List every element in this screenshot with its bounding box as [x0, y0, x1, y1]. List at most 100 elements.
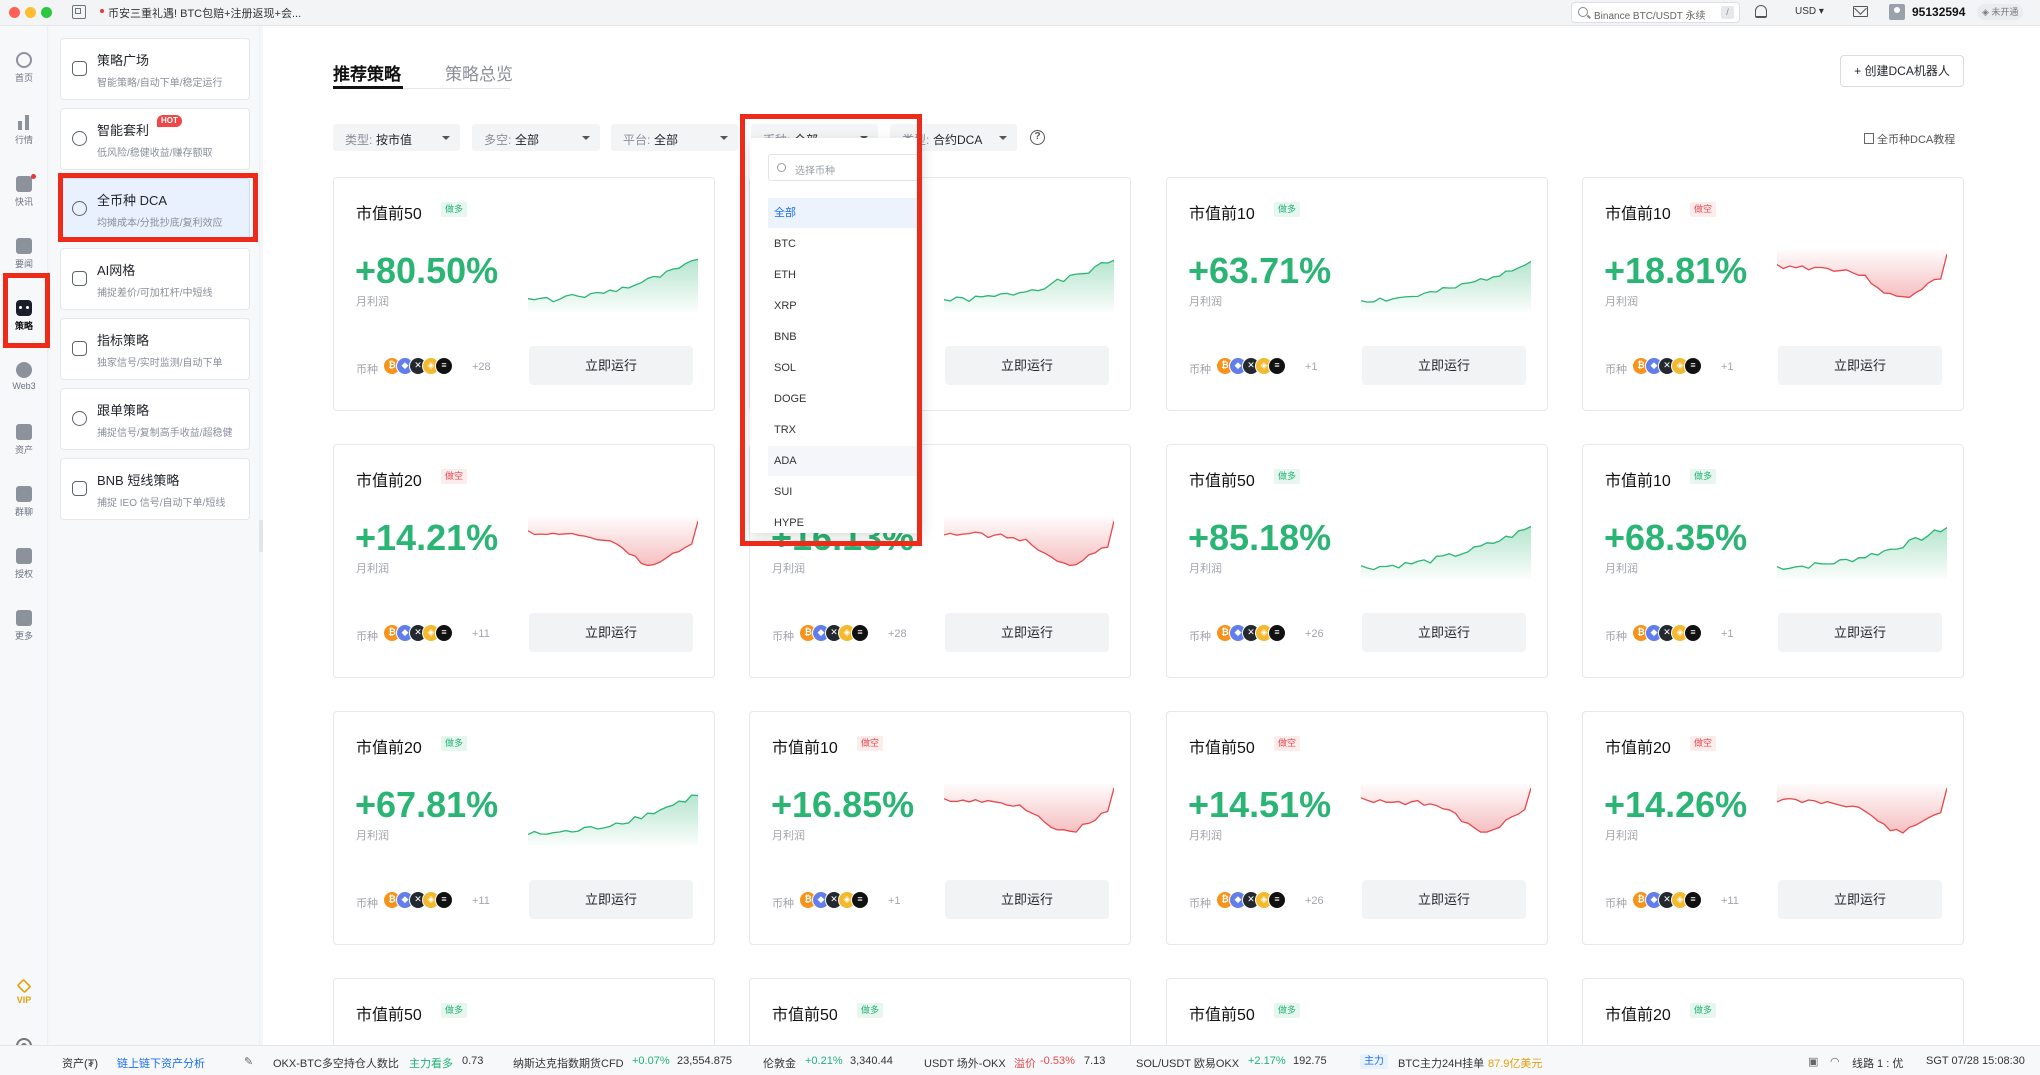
- ticker-name[interactable]: 伦敦金: [763, 1055, 796, 1071]
- chevron-down-icon: [720, 136, 728, 140]
- rail-item-web3[interactable]: Web3: [0, 356, 48, 404]
- asset-analysis-link[interactable]: 链上链下资产分析: [117, 1055, 205, 1071]
- ticker-name[interactable]: SOL/USDT 欧易OKX: [1136, 1055, 1239, 1071]
- rail-item-authorize[interactable]: 授权: [0, 542, 48, 590]
- global-search-input[interactable]: Binance BTC/USDT 永续 /: [1571, 2, 1740, 23]
- coin-icons: ₿◆✕◈≡: [1632, 357, 1712, 375]
- tab-recommended[interactable]: 推荐策略: [333, 60, 401, 85]
- highlight-box-rail: [3, 273, 50, 348]
- help-icon[interactable]: ?: [1030, 130, 1045, 145]
- account-status-badge[interactable]: ◈ 未开通: [1977, 4, 2024, 20]
- maximize-window-button[interactable]: [41, 7, 52, 18]
- strategy-card[interactable]: 市值前50 做空 +14.51% 月利润 币种 ₿ ◆ ✕ ◈ ≡ +26 立即运行: [1166, 711, 1548, 945]
- strategy-card[interactable]: 市值前50 做多 +85.18% 月利润 币种 ₿ ◆ ✕ ◈ ≡ +26 立即运行: [1166, 444, 1548, 678]
- menu-item-desc: 捕捉 IEO 信号/自动下单/短线: [97, 498, 226, 509]
- run-now-button[interactable]: 立即运行: [945, 613, 1109, 652]
- layout-icon[interactable]: ▣: [1808, 1055, 1818, 1068]
- card-title: 市值前20: [1605, 1007, 1671, 1024]
- strategy-card[interactable]: 市值前20 做多 +67.81% 月利润 币种 ₿ ◆ ✕ ◈ ≡ +11 立即运行: [333, 711, 715, 945]
- rail-item-assets[interactable]: 资产: [0, 418, 48, 466]
- menu-strategy-square[interactable]: 策略广场 智能策略/自动下单/稳定运行: [60, 38, 250, 100]
- window-layout-icon[interactable]: [72, 5, 86, 19]
- sol-icon: ≡: [435, 891, 453, 909]
- mail-icon[interactable]: [1853, 6, 1868, 17]
- strategy-card[interactable]: 市值前50 做多 +80.50% 月利润 币种 ₿ ◆ ✕ ◈ ≡ +28 立即运行: [333, 177, 715, 411]
- run-now-button[interactable]: 立即运行: [1362, 880, 1526, 919]
- filter-platform[interactable]: 平台: 全部: [611, 124, 738, 151]
- sparkline-area: [944, 260, 1114, 312]
- highlight-box-menu: [58, 173, 258, 242]
- run-now-button[interactable]: 立即运行: [529, 346, 693, 385]
- edit-icon[interactable]: ✎: [244, 1055, 253, 1068]
- run-now-button[interactable]: 立即运行: [529, 880, 693, 919]
- sol-icon: ≡: [851, 624, 869, 642]
- sol-icon: ≡: [435, 357, 453, 375]
- rail-item-more[interactable]: 更多: [0, 604, 48, 652]
- direction-tag: 做多: [857, 1003, 884, 1018]
- return-sparkline-chart: [1361, 525, 1531, 579]
- run-now-button[interactable]: 立即运行: [1778, 613, 1942, 652]
- dca-tutorial-link[interactable]: 全币种DCA教程: [1864, 131, 1955, 147]
- avatar[interactable]: [1889, 4, 1905, 20]
- rail-item-flash-news[interactable]: 快讯: [0, 170, 48, 218]
- run-now-button[interactable]: 立即运行: [945, 346, 1109, 385]
- rail-item-group-chat[interactable]: 群聊: [0, 480, 48, 528]
- create-dca-bot-button[interactable]: + 创建DCA机器人: [1840, 55, 1964, 87]
- network-line-status[interactable]: 线路 1 : 优: [1852, 1055, 1903, 1071]
- menu-ai-grid[interactable]: AI网格 捕捉差价/可加杠杆/中短线: [60, 248, 250, 310]
- user-id[interactable]: 95132594: [1912, 5, 1965, 19]
- tab-overview[interactable]: 策略总览: [445, 60, 513, 85]
- vip-diamond-icon: [16, 978, 32, 994]
- run-now-button[interactable]: 立即运行: [1362, 613, 1526, 652]
- menu-smart-arbitrage[interactable]: 智能套利 HOT 低风险/稳健收益/赚存额取: [60, 108, 250, 170]
- coin-label: 币种: [772, 898, 794, 910]
- ticker-name[interactable]: OKX-BTC多空持仓人数比: [273, 1055, 399, 1071]
- minimize-window-button[interactable]: [25, 7, 36, 18]
- coin-icons: ₿◆✕◈≡: [383, 624, 463, 642]
- status-bar: 资产(₮) 链上链下资产分析 ✎ OKX-BTC多空持仓人数比 主力看多 0.7…: [0, 1045, 2040, 1075]
- strategy-card[interactable]: 市值前20 做空 +14.26% 月利润 币种 ₿ ◆ ✕ ◈ ≡ +11 立即运行: [1582, 711, 1964, 945]
- return-sparkline-chart: [1777, 526, 1947, 579]
- run-now-button[interactable]: 立即运行: [529, 613, 693, 652]
- menu-bnb-short-term[interactable]: BNB 短线策略 捕捉 IEO 信号/自动下单/短线: [60, 458, 250, 520]
- strategy-card[interactable]: 市值前20 做空 +14.21% 月利润 币种 ₿ ◆ ✕ ◈ ≡ +11 立即运行: [333, 444, 715, 678]
- strategy-card[interactable]: 市值前10 做多 +68.35% 月利润 币种 ₿ ◆ ✕ ◈ ≡ +1 立即运行: [1582, 444, 1964, 678]
- menu-indicator-strategy[interactable]: 指标策略 独家信号/实时监测/自动下单: [60, 318, 250, 380]
- card-title: 市值前50: [356, 206, 422, 223]
- rail-item-home[interactable]: 首页: [0, 46, 48, 94]
- close-window-button[interactable]: [9, 7, 20, 18]
- run-now-button[interactable]: 立即运行: [1778, 346, 1942, 385]
- rail-item-label: 要闻: [14, 259, 33, 269]
- coin-icons: ₿◆✕◈≡: [383, 357, 463, 375]
- vip-label: VIP: [16, 995, 32, 1005]
- notification-dot: [31, 174, 36, 179]
- strategy-card[interactable]: 市值前10 做空 +18.81% 月利润 币种 ₿ ◆ ✕ ◈ ≡ +1 立即运行: [1582, 177, 1964, 411]
- monthly-return: +85.18%: [1188, 517, 1332, 558]
- filter-direction[interactable]: 多空: 全部: [472, 124, 600, 151]
- bell-icon[interactable]: [1755, 5, 1767, 18]
- run-now-button[interactable]: 立即运行: [945, 880, 1109, 919]
- chart-bars-icon: [16, 114, 32, 130]
- ticker-name[interactable]: BTC主力24H挂单: [1398, 1055, 1484, 1071]
- vip-button[interactable]: VIP: [0, 978, 48, 1010]
- menu-copy-trading[interactable]: 跟单策略 捕捉信号/复制高手收益/超稳健: [60, 388, 250, 450]
- promo-banner-text[interactable]: 币安三重礼遇! BTC包赔+注册返现+会...: [108, 5, 301, 21]
- ticker-value: 7.13: [1084, 1055, 1106, 1067]
- promo-dot-icon: [100, 9, 104, 13]
- run-now-button[interactable]: 立即运行: [1778, 880, 1942, 919]
- main-content: 推荐策略 策略总览 + 创建DCA机器人 类型: 按市值 多空: 全部 平台: …: [263, 26, 2040, 1071]
- strategy-card[interactable]: 市值前10 做空 +16.85% 月利润 币种 ₿ ◆ ✕ ◈ ≡ +1 立即运行: [749, 711, 1131, 945]
- filter-type[interactable]: 类型: 按市值: [333, 124, 460, 151]
- direction-tag: 做多: [1274, 1003, 1301, 1018]
- direction-tag: 做多: [441, 736, 468, 751]
- monthly-return: +63.71%: [1188, 250, 1332, 291]
- return-sparkline-chart: [1777, 784, 1947, 834]
- ticker-name[interactable]: USDT 场外-OKX: [924, 1055, 1006, 1071]
- ticker-name[interactable]: 纳斯达克指数期货CFD: [513, 1055, 624, 1071]
- strategy-card[interactable]: 市值前10 做多 +63.71% 月利润 币种 ₿ ◆ ✕ ◈ ≡ +1 立即运行: [1166, 177, 1548, 411]
- currency-selector[interactable]: USD ▾: [1795, 6, 1824, 17]
- signal-icon: [72, 341, 87, 356]
- run-now-button[interactable]: 立即运行: [1362, 346, 1526, 385]
- rail-item-market[interactable]: 行情: [0, 108, 48, 156]
- menu-item-desc: 智能策略/自动下单/稳定运行: [97, 78, 223, 89]
